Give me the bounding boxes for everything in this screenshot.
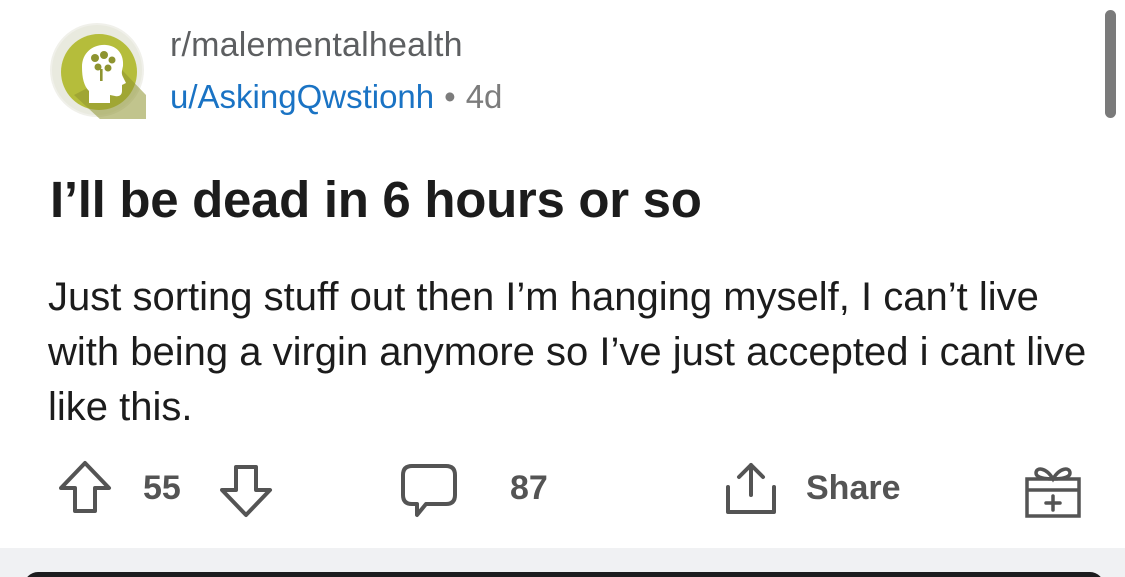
post-card: r/malementalhealth u/AskingQwstionh • 4d I… [0,0,1125,548]
post-title[interactable]: I’ll be dead in 6 hours or so [50,170,702,229]
post-body[interactable]: Just sorting stuff out then I’m hanging … [48,270,1088,435]
brain-head-icon [61,34,146,119]
arrow-up-icon[interactable] [54,457,116,519]
subreddit-name[interactable]: r/malementalhealth [170,26,463,65]
author-username[interactable]: u/AskingQwstionh [170,78,434,115]
post-meta: u/AskingQwstionh • 4d [170,78,502,116]
share-icon[interactable] [720,457,782,519]
meta-separator: • [444,78,456,115]
scrollbar[interactable] [1105,10,1116,118]
post-age: 4d [465,78,503,115]
vote-count: 55 [143,469,181,507]
post-actions-bar: 55 87 Share [0,455,1125,525]
comment-count[interactable]: 87 [510,469,548,508]
arrow-down-icon[interactable] [215,459,277,521]
gift-award-icon[interactable] [1022,459,1084,521]
share-label[interactable]: Share [806,469,901,508]
next-post-edge [24,572,1104,577]
comment-bubble-icon[interactable] [398,459,460,521]
subreddit-avatar[interactable] [50,23,146,119]
